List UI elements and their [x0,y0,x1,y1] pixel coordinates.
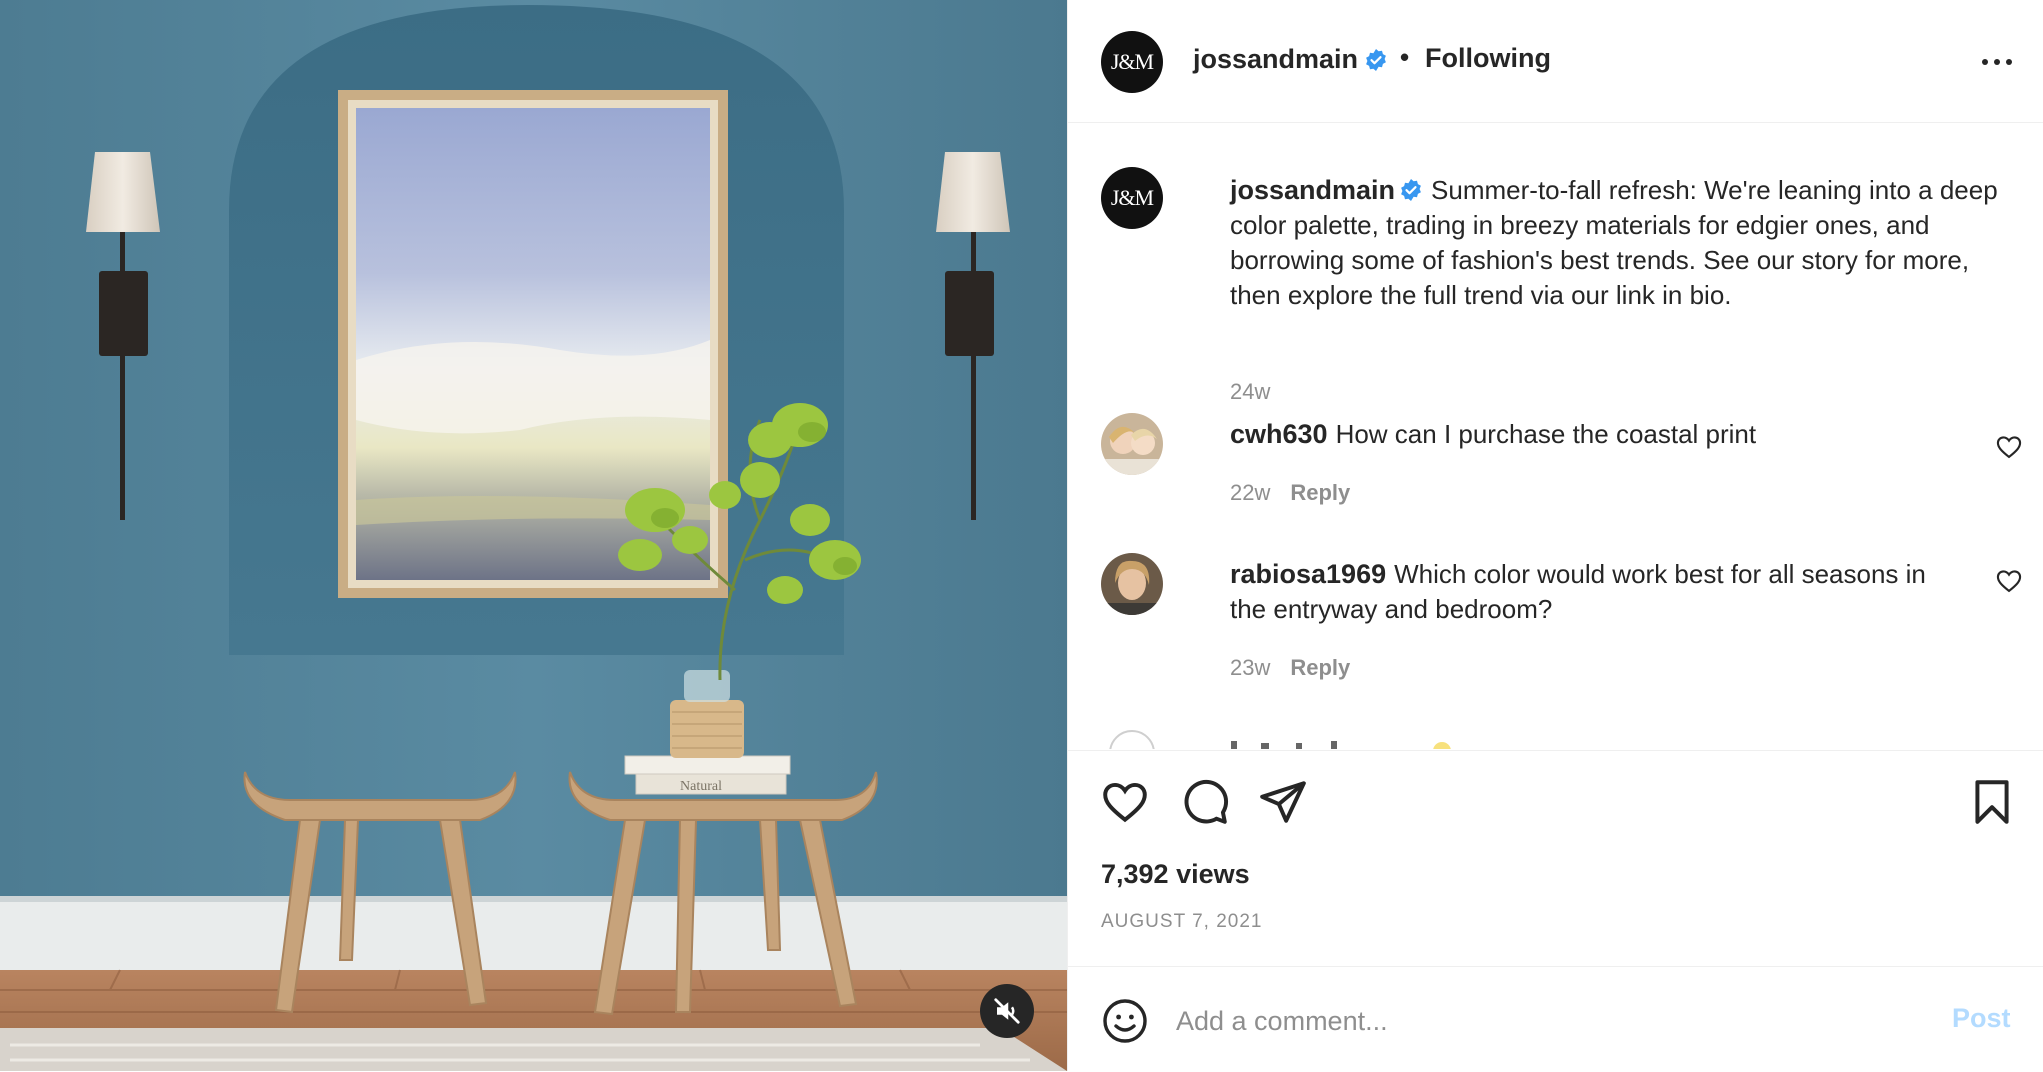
reply-button[interactable]: Reply [1290,655,1350,680]
add-comment-bar: Post [1068,966,2043,1072]
post-side-panel: J&M jossandmain • Following J&M jossandm… [1067,0,2043,1071]
post-comment-button[interactable]: Post [1952,1003,2011,1034]
author-avatar[interactable]: J&M [1101,31,1163,93]
reply-button[interactable]: Reply [1290,480,1350,505]
comment-body: cwh630 How can I purchase the coastal pri… [1230,417,1950,452]
caption-avatar[interactable]: J&M [1101,167,1163,229]
comment-heart-icon[interactable] [1995,567,2023,595]
verified-badge-icon [1366,49,1386,71]
post-header: J&M jossandmain • Following [1068,0,2043,123]
smiley-icon[interactable] [1101,997,1149,1045]
mute-toggle-button[interactable] [980,984,1034,1038]
bookmark-icon[interactable] [1967,777,2017,827]
comments-list[interactable]: J&M jossandmain Summer-to-fall refresh: … [1068,123,2043,749]
post-date[interactable]: AUGUST 7, 2021 [1101,911,1263,933]
room-scene-image: Natural [0,0,1067,1071]
view-count[interactable]: 7,392 views [1101,859,1250,890]
caption-timestamp[interactable]: 24w [1230,379,1270,405]
header-separator: • [1400,42,1410,72]
caption-username[interactable]: jossandmain [1230,175,1395,205]
speaker-muted-icon [994,998,1020,1024]
post-media[interactable]: Natural [0,0,1067,1071]
comment-bubble-icon[interactable] [1180,777,1230,827]
commenter-avatar[interactable] [1101,553,1163,615]
comment-input[interactable] [1174,999,1878,1043]
commenter-avatar[interactable] [1101,413,1163,475]
caption-body: jossandmain Summer-to-fall refresh: We'r… [1230,173,2020,313]
next-comment-clipped [1101,729,2001,749]
commenter-username[interactable]: cwh630 [1230,419,1328,449]
comment-timestamp[interactable]: 22w [1230,480,1270,505]
post-actions: 7,392 views AUGUST 7, 2021 [1068,750,2043,967]
comment-meta: 23w Reply [1230,655,1350,681]
commenter-username[interactable]: rabiosa1969 [1230,559,1386,589]
comment-meta: 22w Reply [1230,480,1350,506]
comment-timestamp[interactable]: 23w [1230,655,1270,680]
comment-heart-icon[interactable] [1995,433,2023,461]
verified-badge-icon [1401,179,1421,202]
comment-text: How can I purchase the coastal print [1335,419,1757,449]
author-username[interactable]: jossandmain [1193,44,1358,75]
paper-plane-icon[interactable] [1258,777,1308,827]
following-button[interactable]: Following [1425,43,1551,74]
book-spine-text: Natural [680,779,722,794]
heart-icon[interactable] [1100,777,1150,827]
more-options-icon[interactable] [1974,42,2020,82]
comment-body: rabiosa1969 Which color would work best f… [1230,557,1950,627]
